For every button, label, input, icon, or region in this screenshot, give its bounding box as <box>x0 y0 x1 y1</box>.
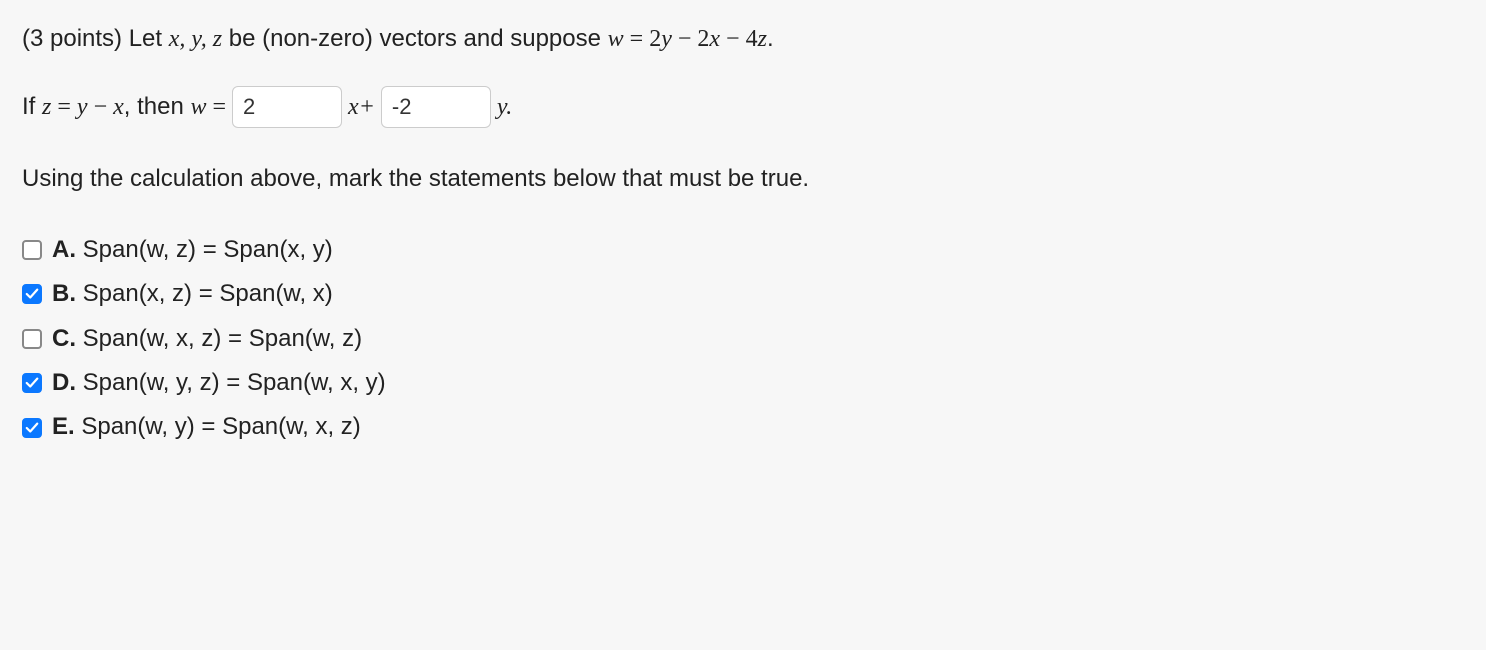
choice-d-label: D. Span(w, y, z) = Span(w, x, y) <box>52 364 386 402</box>
eq-equals: = <box>624 26 650 52</box>
choice-e: E. Span(w, y) = Span(w, x, z) <box>22 408 1464 446</box>
choice-a-label: A. Span(w, z) = Span(x, y) <box>52 231 333 269</box>
eq-minus4: − 4 <box>720 26 758 52</box>
check-icon <box>25 376 39 390</box>
x-plus-label: x+ <box>348 88 375 126</box>
choice-b-label: B. Span(x, z) = Span(w, x) <box>52 275 333 313</box>
problem-statement: (3 points) Let x, y, z be (non-zero) vec… <box>22 20 1464 58</box>
choices-list: A. Span(w, z) = Span(x, y) B. Span(x, z)… <box>22 231 1464 447</box>
checkbox-d[interactable] <box>22 373 42 393</box>
mid-text: be (non-zero) vectors and suppose <box>222 25 608 52</box>
check-icon <box>25 287 39 301</box>
choice-c: C. Span(w, x, z) = Span(w, z) <box>22 320 1464 358</box>
choice-a: A. Span(w, z) = Span(x, y) <box>22 231 1464 269</box>
eq-2: 2 <box>649 26 661 52</box>
question-block: (3 points) Let x, y, z be (non-zero) vec… <box>22 20 1464 447</box>
instruction-text: Using the calculation above, mark the st… <box>22 160 1464 198</box>
vars-xyz: x, y, z <box>169 26 222 52</box>
choice-c-label: C. Span(w, x, z) = Span(w, z) <box>52 320 362 358</box>
eq-lhs-w: w <box>608 26 624 52</box>
points-text: (3 points) Let <box>22 25 169 52</box>
checkbox-c[interactable] <box>22 329 42 349</box>
check-icon <box>25 421 39 435</box>
coefficient-x-input[interactable] <box>232 86 342 128</box>
choice-d: D. Span(w, y, z) = Span(w, x, y) <box>22 364 1464 402</box>
eq-y: y <box>661 26 672 52</box>
eq-x: x <box>709 26 720 52</box>
choice-b: B. Span(x, z) = Span(w, x) <box>22 275 1464 313</box>
if-text: If z = y − x, then w = <box>22 88 226 126</box>
eq-minus2: − 2 <box>672 26 710 52</box>
checkbox-a[interactable] <box>22 240 42 260</box>
checkbox-e[interactable] <box>22 418 42 438</box>
y-period-label: y. <box>497 88 512 126</box>
eq-z: z <box>758 26 767 52</box>
equation-row: If z = y − x, then w = x+ y. <box>22 86 1464 128</box>
coefficient-y-input[interactable] <box>381 86 491 128</box>
period: . <box>767 25 774 52</box>
choice-e-label: E. Span(w, y) = Span(w, x, z) <box>52 408 361 446</box>
checkbox-b[interactable] <box>22 284 42 304</box>
